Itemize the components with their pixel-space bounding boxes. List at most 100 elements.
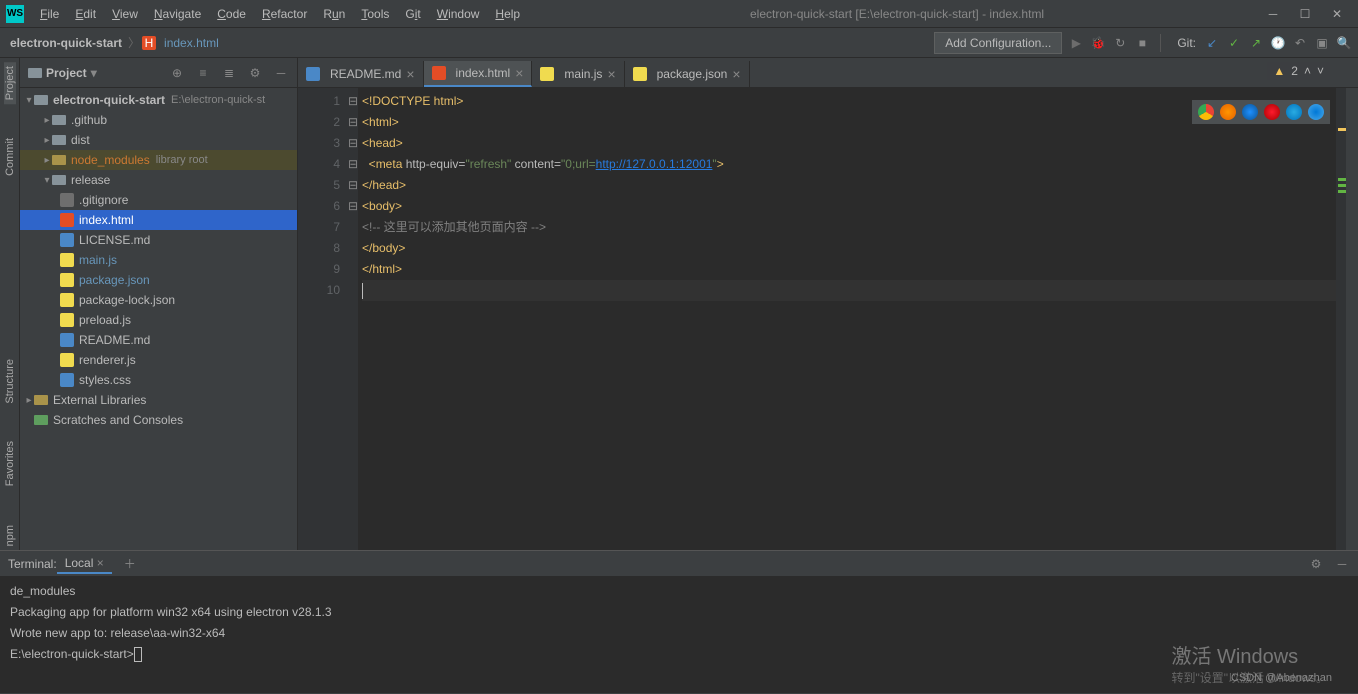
search-icon[interactable]: 🔍 xyxy=(1336,35,1352,51)
menu-window[interactable]: Window xyxy=(429,5,488,23)
breadcrumb-file[interactable]: index.html xyxy=(160,34,223,52)
terminal-output[interactable]: de_modules Packaging app for platform wi… xyxy=(0,577,1358,669)
csdn-watermark: CSDN @Abenazhan xyxy=(1231,672,1332,684)
tree-file-index-html[interactable]: index.html xyxy=(20,210,297,230)
terminal-label: Terminal: xyxy=(8,557,57,571)
tree-folder-node-modules[interactable]: ▸node_moduleslibrary root xyxy=(20,150,297,170)
left-tool-rail: Project Commit Structure Favorites npm xyxy=(0,58,20,550)
tree-file-package-lock[interactable]: package-lock.json xyxy=(20,290,297,310)
tree-external-libraries[interactable]: ▸External Libraries xyxy=(20,390,297,410)
project-tree[interactable]: ▾electron-quick-startE:\electron-quick-s… xyxy=(20,88,297,550)
tree-folder-release[interactable]: ▾release xyxy=(20,170,297,190)
tree-root[interactable]: ▾electron-quick-startE:\electron-quick-s… xyxy=(20,90,297,110)
code-content[interactable]: <!DOCTYPE html> <html> <head> <meta http… xyxy=(358,88,1336,550)
expand-all-icon[interactable]: ≡ xyxy=(195,65,211,81)
tab-main-js[interactable]: main.js× xyxy=(532,61,624,87)
chevron-up-icon[interactable]: ˄ xyxy=(1304,64,1311,78)
chevron-down-icon[interactable]: ˅ xyxy=(1317,64,1324,78)
tree-file-main-js[interactable]: main.js xyxy=(20,250,297,270)
add-configuration-button[interactable]: Add Configuration... xyxy=(934,32,1062,54)
maximize-button[interactable]: ☐ xyxy=(1298,7,1312,21)
git-push-icon[interactable]: ↗ xyxy=(1248,35,1264,51)
sidebar-title[interactable]: Project ▾ xyxy=(28,66,97,80)
svg-text:H: H xyxy=(145,36,154,50)
menu-file[interactable]: File xyxy=(32,5,67,23)
add-terminal-icon[interactable]: ＋ xyxy=(122,556,138,572)
editor-tabs: README.md× index.html× main.js× package.… xyxy=(298,58,1358,88)
settings-icon[interactable]: ⚙ xyxy=(247,65,263,81)
tree-folder-dist[interactable]: ▸dist xyxy=(20,130,297,150)
git-rollback-icon[interactable]: ↶ xyxy=(1292,35,1308,51)
tree-file-package-json[interactable]: package.json xyxy=(20,270,297,290)
menu-navigate[interactable]: Navigate xyxy=(146,5,209,23)
tree-file-preload-js[interactable]: preload.js xyxy=(20,310,297,330)
project-sidebar: Project ▾ ⊕ ≡ ≣ ⚙ ─ ▾electron-quick-star… xyxy=(20,58,298,550)
html-file-icon: H xyxy=(142,36,156,50)
fold-gutter[interactable]: ⊟⊟⊟⊟⊟⊟ xyxy=(348,88,358,550)
nav-bar: electron-quick-start 〉 H index.html Add … xyxy=(0,28,1358,58)
title-bar: WS File Edit View Navigate Code Refactor… xyxy=(0,0,1358,28)
editor-scrollbar[interactable] xyxy=(1346,88,1358,550)
menu-view[interactable]: View xyxy=(104,5,146,23)
tree-file-readme[interactable]: README.md xyxy=(20,330,297,350)
stop-icon[interactable]: ■ xyxy=(1134,35,1150,51)
safari-icon[interactable] xyxy=(1242,104,1258,120)
menu-edit[interactable]: Edit xyxy=(67,5,104,23)
chrome-icon[interactable] xyxy=(1198,104,1214,120)
line-gutter: 12345678910 xyxy=(298,88,348,550)
tree-file-styles-css[interactable]: styles.css xyxy=(20,370,297,390)
menu-run[interactable]: Run xyxy=(315,5,353,23)
todo-icon[interactable]: ▣ xyxy=(1314,35,1330,51)
menu-code[interactable]: Code xyxy=(209,5,254,23)
tab-index-html[interactable]: index.html× xyxy=(424,61,533,87)
edge-icon[interactable] xyxy=(1308,104,1324,120)
menu-refactor[interactable]: Refactor xyxy=(254,5,315,23)
inspection-widget[interactable]: ▲2 ˄ ˅ xyxy=(1267,62,1330,80)
terminal-cursor xyxy=(134,647,142,662)
select-opened-icon[interactable]: ⊕ xyxy=(169,65,185,81)
close-icon[interactable]: × xyxy=(607,66,615,82)
close-icon[interactable]: × xyxy=(732,66,740,82)
tree-file-renderer-js[interactable]: renderer.js xyxy=(20,350,297,370)
close-icon[interactable]: × xyxy=(97,556,104,570)
code-editor[interactable]: 12345678910 ⊟⊟⊟⊟⊟⊟ <!DOCTYPE html> <html… xyxy=(298,88,1358,550)
menu-tools[interactable]: Tools xyxy=(353,5,397,23)
tab-readme[interactable]: README.md× xyxy=(298,61,424,87)
opera-icon[interactable] xyxy=(1264,104,1280,120)
tree-file-license[interactable]: LICENSE.md xyxy=(20,230,297,250)
breadcrumb-project[interactable]: electron-quick-start xyxy=(6,34,126,52)
rail-favorites[interactable]: Favorites xyxy=(4,437,16,490)
window-title: electron-quick-start [E:\electron-quick-… xyxy=(528,7,1266,21)
tree-scratches[interactable]: Scratches and Consoles xyxy=(20,410,297,430)
collapse-all-icon[interactable]: ≣ xyxy=(221,65,237,81)
error-stripe[interactable] xyxy=(1336,88,1346,550)
close-button[interactable]: ✕ xyxy=(1330,7,1344,21)
rail-structure[interactable]: Structure xyxy=(4,355,16,408)
tree-file-gitignore[interactable]: .gitignore xyxy=(20,190,297,210)
ie-icon[interactable] xyxy=(1286,104,1302,120)
git-history-icon[interactable]: 🕐 xyxy=(1270,35,1286,51)
terminal-hide-icon[interactable]: ─ xyxy=(1334,556,1350,572)
rail-project[interactable]: Project xyxy=(4,62,16,104)
close-icon[interactable]: × xyxy=(406,66,414,82)
rail-npm[interactable]: npm xyxy=(4,521,16,550)
hide-icon[interactable]: ─ xyxy=(273,65,289,81)
project-icon xyxy=(28,66,42,80)
terminal-settings-icon[interactable]: ⚙ xyxy=(1308,556,1324,572)
close-icon[interactable]: × xyxy=(515,65,523,81)
git-commit-icon[interactable]: ✓ xyxy=(1226,35,1242,51)
git-pull-icon[interactable]: ↙ xyxy=(1204,35,1220,51)
menu-git[interactable]: Git xyxy=(397,5,428,23)
tab-package-json[interactable]: package.json× xyxy=(625,61,750,87)
minimize-button[interactable]: ─ xyxy=(1266,7,1280,21)
tree-folder-github[interactable]: ▸.github xyxy=(20,110,297,130)
terminal-tab-local[interactable]: Local × xyxy=(57,554,112,574)
coverage-icon[interactable]: ↻ xyxy=(1112,35,1128,51)
firefox-icon[interactable] xyxy=(1220,104,1236,120)
run-icon[interactable]: ▶ xyxy=(1068,35,1084,51)
menu-help[interactable]: Help xyxy=(487,5,528,23)
debug-icon[interactable]: 🐞 xyxy=(1090,35,1106,51)
app-logo: WS xyxy=(6,5,24,23)
editor-area: README.md× index.html× main.js× package.… xyxy=(298,58,1358,550)
rail-commit[interactable]: Commit xyxy=(4,134,16,180)
